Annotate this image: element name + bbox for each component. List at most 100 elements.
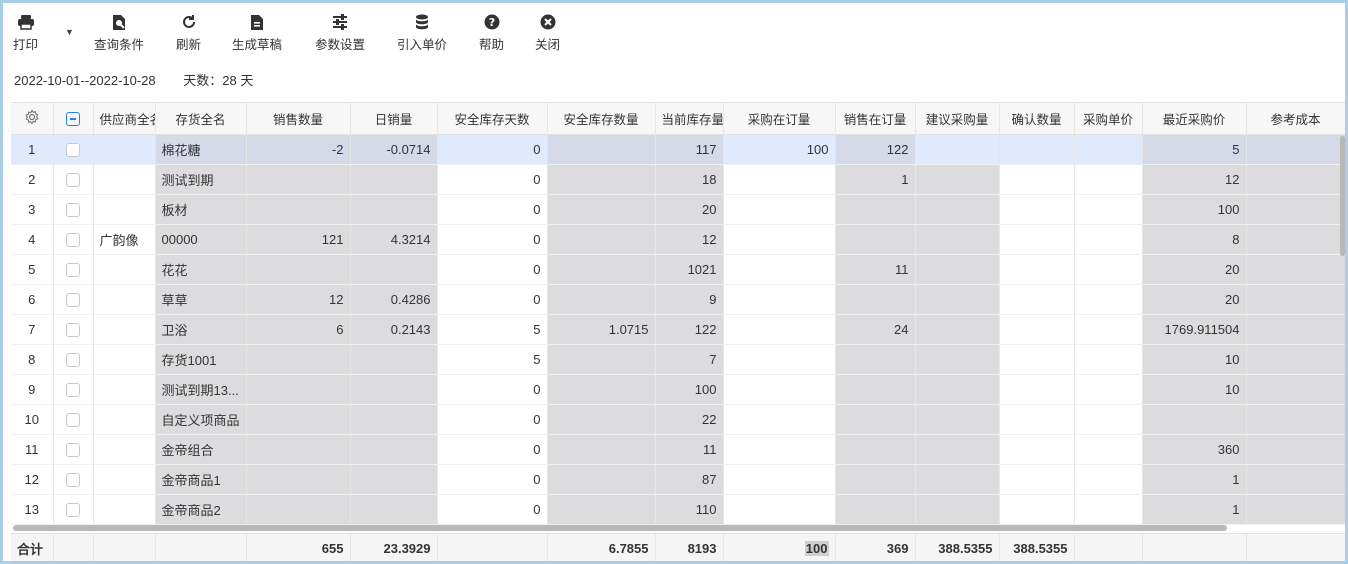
row-checkbox-cell[interactable] xyxy=(53,284,94,315)
row-checkbox-cell[interactable] xyxy=(53,344,94,375)
table-row[interactable]: 12 金帝商品1 0 87 1 xyxy=(11,464,1345,495)
table-row[interactable]: 5 花花 0 1021 11 20 xyxy=(11,254,1345,285)
row-checkbox[interactable] xyxy=(66,353,80,368)
safety-days-cell[interactable]: 0 xyxy=(437,284,548,315)
column-header[interactable]: 供应商全名 xyxy=(93,103,156,135)
table-row[interactable]: 6 草草 12 0.4286 0 9 20 xyxy=(11,284,1345,315)
row-checkbox[interactable] xyxy=(66,473,80,488)
confirm-qty-cell[interactable] xyxy=(999,314,1075,345)
refresh-button[interactable]: 刷新 xyxy=(176,13,201,53)
column-header[interactable]: 确认数量 xyxy=(999,103,1075,135)
confirm-qty-cell[interactable] xyxy=(999,224,1075,255)
unit-price-cell[interactable] xyxy=(1074,404,1143,435)
confirm-qty-cell[interactable] xyxy=(999,464,1075,495)
column-settings-header[interactable] xyxy=(11,103,54,135)
table-row[interactable]: 13 金帝商品2 0 110 1 xyxy=(11,494,1345,525)
confirm-qty-cell[interactable] xyxy=(999,194,1075,225)
unit-price-cell[interactable] xyxy=(1074,134,1143,165)
row-checkbox[interactable] xyxy=(66,203,80,218)
table-row[interactable]: 3 板材 0 20 100 xyxy=(11,194,1345,225)
safety-days-cell[interactable]: 0 xyxy=(437,464,548,495)
column-header[interactable]: 采购在订量 xyxy=(723,103,836,135)
print-dropdown-icon[interactable]: ▼ xyxy=(65,27,74,37)
row-checkbox[interactable] xyxy=(66,443,80,458)
confirm-qty-cell[interactable] xyxy=(999,374,1075,405)
select-all-checkbox[interactable] xyxy=(66,111,80,126)
unit-price-cell[interactable] xyxy=(1074,224,1143,255)
confirm-qty-cell[interactable] xyxy=(999,494,1075,525)
vertical-scrollbar[interactable] xyxy=(1340,136,1345,256)
column-header[interactable]: 日销量 xyxy=(350,103,438,135)
unit-price-cell[interactable] xyxy=(1074,464,1143,495)
unit-price-cell[interactable] xyxy=(1074,194,1143,225)
column-header[interactable]: 安全库存天数 xyxy=(437,103,548,135)
safety-days-cell[interactable]: 0 xyxy=(437,134,548,165)
row-checkbox-cell[interactable] xyxy=(53,224,94,255)
table-row[interactable]: 2 测试到期 0 18 1 12 xyxy=(11,164,1345,195)
row-checkbox[interactable] xyxy=(66,173,80,188)
column-header[interactable]: 最近采购价 xyxy=(1142,103,1247,135)
column-header[interactable]: 存货全名 xyxy=(155,103,247,135)
table-row[interactable]: 9 测试到期13... 0 100 10 xyxy=(11,374,1345,405)
safety-days-cell[interactable]: 5 xyxy=(437,314,548,345)
column-header[interactable]: 参考成本 xyxy=(1246,103,1345,135)
safety-days-cell[interactable]: 0 xyxy=(437,164,548,195)
unit-price-cell[interactable] xyxy=(1074,374,1143,405)
confirm-qty-cell[interactable] xyxy=(999,434,1075,465)
unit-price-cell[interactable] xyxy=(1074,164,1143,195)
row-checkbox-cell[interactable] xyxy=(53,164,94,195)
confirm-qty-cell[interactable] xyxy=(999,254,1075,285)
unit-price-cell[interactable] xyxy=(1074,254,1143,285)
row-checkbox[interactable] xyxy=(66,413,80,428)
confirm-qty-cell[interactable] xyxy=(999,344,1075,375)
row-checkbox[interactable] xyxy=(66,383,80,398)
row-checkbox-cell[interactable] xyxy=(53,254,94,285)
unit-price-cell[interactable] xyxy=(1074,344,1143,375)
row-checkbox-cell[interactable] xyxy=(53,464,94,495)
help-button[interactable]: ? 帮助 xyxy=(479,13,504,53)
safety-days-cell[interactable]: 0 xyxy=(437,494,548,525)
import-price-button[interactable]: 引入单价 xyxy=(397,13,447,53)
table-row[interactable]: 11 金帝组合 0 11 360 xyxy=(11,434,1345,465)
row-checkbox[interactable] xyxy=(66,263,80,278)
unit-price-cell[interactable] xyxy=(1074,314,1143,345)
row-checkbox-cell[interactable] xyxy=(53,404,94,435)
unit-price-cell[interactable] xyxy=(1074,284,1143,315)
confirm-qty-cell[interactable] xyxy=(999,134,1075,165)
row-checkbox-cell[interactable] xyxy=(53,314,94,345)
select-all-header[interactable] xyxy=(53,103,94,135)
confirm-qty-cell[interactable] xyxy=(999,164,1075,195)
row-checkbox[interactable] xyxy=(66,503,80,518)
table-row[interactable]: 7 卫浴 6 0.2143 5 1.0715 122 24 1769.911504 xyxy=(11,314,1345,345)
row-checkbox[interactable] xyxy=(66,323,80,338)
row-checkbox-cell[interactable] xyxy=(53,134,94,165)
row-checkbox-cell[interactable] xyxy=(53,434,94,465)
row-checkbox-cell[interactable] xyxy=(53,494,94,525)
column-header[interactable]: 安全库存数量 xyxy=(547,103,656,135)
print-button[interactable]: 打印 xyxy=(13,13,38,53)
confirm-qty-cell[interactable] xyxy=(999,284,1075,315)
row-checkbox-cell[interactable] xyxy=(53,374,94,405)
safety-days-cell[interactable]: 0 xyxy=(437,404,548,435)
row-checkbox-cell[interactable] xyxy=(53,194,94,225)
parameter-settings-button[interactable]: 参数设置 xyxy=(315,13,365,53)
table-row[interactable]: 4 广韵像 00000 121 4.3214 0 12 8 xyxy=(11,224,1345,255)
row-checkbox[interactable] xyxy=(66,233,80,248)
row-checkbox[interactable] xyxy=(66,293,80,308)
column-header[interactable]: 当前库存量 xyxy=(655,103,724,135)
query-conditions-button[interactable]: 查询条件 xyxy=(94,13,144,53)
unit-price-cell[interactable] xyxy=(1074,434,1143,465)
gear-icon[interactable] xyxy=(24,109,40,128)
table-row[interactable]: 8 存货1001 5 7 10 xyxy=(11,344,1345,375)
safety-days-cell[interactable]: 0 xyxy=(437,224,548,255)
column-header[interactable]: 采购单价 xyxy=(1074,103,1143,135)
table-row[interactable]: 10 自定义项商品 0 22 xyxy=(11,404,1345,435)
column-header[interactable]: 销售数量 xyxy=(246,103,351,135)
table-row[interactable]: 1 棉花糖 -2 -0.0714 0 117 100 122 5 xyxy=(11,134,1345,165)
safety-days-cell[interactable]: 5 xyxy=(437,344,548,375)
row-checkbox[interactable] xyxy=(66,143,80,158)
safety-days-cell[interactable]: 0 xyxy=(437,374,548,405)
unit-price-cell[interactable] xyxy=(1074,494,1143,525)
horizontal-scrollbar[interactable] xyxy=(13,525,1227,531)
safety-days-cell[interactable]: 0 xyxy=(437,254,548,285)
